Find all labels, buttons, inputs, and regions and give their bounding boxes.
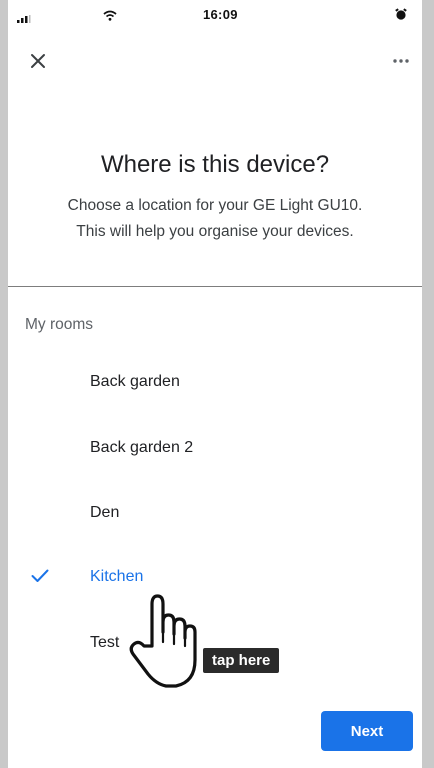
room-label: Den	[90, 504, 120, 521]
room-item-back-garden-2[interactable]: Back garden 2	[8, 424, 422, 474]
page-subtitle: Choose a location for your GE Light GU10…	[28, 193, 402, 245]
app-screen: 16:09 Where is this device? Choose a loc…	[8, 0, 422, 768]
page-title: Where is this device?	[100, 151, 330, 178]
wifi-icon	[103, 9, 117, 24]
signal-bars-icon	[17, 11, 31, 26]
next-button[interactable]: Next	[321, 711, 413, 751]
room-label: Back garden 2	[90, 439, 194, 456]
close-icon	[31, 54, 45, 68]
room-item-back-garden[interactable]: Back garden	[8, 358, 422, 408]
more-horizontal-icon	[393, 59, 409, 63]
section-label-my-rooms: My rooms	[25, 316, 94, 333]
room-label: Back garden	[90, 373, 180, 390]
status-time: 16:09	[203, 7, 238, 22]
room-label: Test	[90, 634, 120, 651]
more-options-button[interactable]	[388, 52, 414, 70]
tap-here-tooltip: tap here	[203, 648, 280, 673]
check-icon	[31, 569, 49, 588]
room-item-kitchen[interactable]: Kitchen	[8, 553, 422, 603]
room-item-den[interactable]: Den	[8, 489, 422, 539]
pointing-hand-icon	[128, 588, 208, 699]
subtitle-line-2: This will help you organise your devices…	[76, 223, 354, 240]
close-button[interactable]	[25, 48, 51, 74]
subtitle-line-1: Choose a location for your GE Light GU10…	[67, 197, 363, 214]
alarm-clock-icon	[395, 8, 407, 24]
room-label: Kitchen	[90, 568, 144, 585]
status-bar: 16:09	[8, 0, 422, 30]
divider	[8, 286, 422, 287]
